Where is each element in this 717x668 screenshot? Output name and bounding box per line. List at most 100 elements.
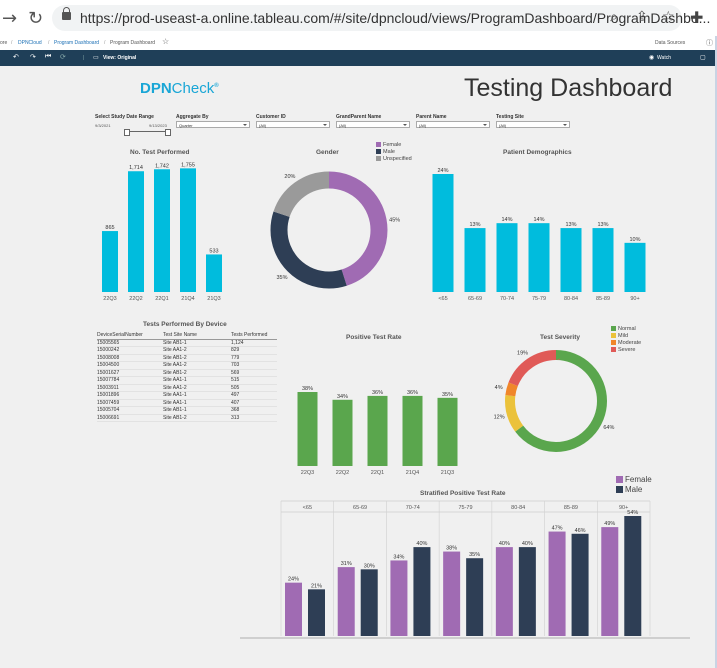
legend-item[interactable]: Unspecified [376,155,412,162]
legend-item[interactable]: Male [376,148,412,155]
aggregate-filter: Aggregate By Quarter [176,114,250,128]
table-cell: 1,124 [231,339,244,346]
breadcrumb-item[interactable]: DPNCloud [18,40,42,46]
table-row[interactable]: 15006691 Site AB1-2 313 [97,414,277,422]
refresh-icon[interactable]: ⟳ [60,53,66,61]
severity-legend: Normal Mild Moderate Severe [611,325,641,353]
table-row[interactable]: 15004500 Site AA1-2 703 [97,362,277,370]
share-icon[interactable]: ⇪ [636,9,648,25]
table-cell: Site AB1-2 [163,414,187,421]
date-range-filter: Select Study Date Range [95,114,154,120]
table-cell: Site AA1-2 [163,347,187,354]
table-cell: 15007459 [97,399,120,406]
data-sources-link[interactable]: Data Sources [655,40,685,46]
table-cell: 368 [231,407,240,414]
table-row[interactable]: 15008008 Site AB1-2 779 [97,354,277,362]
table-cell: Site AB1-2 [163,369,187,376]
browser-chrome: → ↻ https://prod-useast-a.online.tableau… [0,0,717,37]
toolbar: ↶ ↷ ⏮ ⟳ | ▭ View: Original ◉ Watch ▢ [0,50,717,66]
revert-icon[interactable]: ⏮ [45,53,51,61]
undo-icon[interactable]: ↶ [13,53,19,61]
table-cell: 313 [231,414,240,421]
tests-chart-title: No. Test Performed [130,149,190,156]
bookmark-star-icon[interactable]: ☆ [662,9,675,25]
stratified-chart-title: Stratified Positive Test Rate [420,490,506,497]
aggregate-select[interactable]: Quarter [176,121,250,128]
table-cell: Site AA1-1 [163,392,187,399]
legend-item[interactable]: Female [376,141,412,148]
grandparent-select[interactable]: (All) [336,121,410,128]
forward-icon[interactable]: → [2,8,17,29]
slider-end-thumb[interactable] [165,129,171,136]
breadcrumb-item[interactable]: ore [0,40,7,46]
severity-chart-title: Test Severity [540,334,580,341]
site-select[interactable]: (All) [496,121,570,128]
breadcrumb-item[interactable]: Program Dashboard [54,40,99,46]
extensions-icon[interactable]: ✚ [690,8,703,27]
table-cell: 779 [231,354,240,361]
slider-start-thumb[interactable] [124,129,130,136]
legend-item[interactable]: Mild [611,332,641,339]
column-header: Test Site Name [163,332,197,339]
table-cell: 829 [231,347,240,354]
table-header: DeviceSerialNumber Test Site Name Tests … [97,332,277,340]
legend-item[interactable]: Severe [611,346,641,353]
table-cell: 569 [231,369,240,376]
parent-select[interactable]: (All) [416,121,490,128]
table-cell: 15005704 [97,407,120,414]
table-cell: 15005565 [97,339,120,346]
column-header: Tests Performed [231,332,268,339]
table-cell: Site AA1-2 [163,384,187,391]
device-table-title: Tests Performed By Device [143,321,227,328]
gender-chart-title: Gender [316,149,339,156]
breadcrumb: ore / DPNCloud / Program Dashboard / Pro… [0,36,717,50]
info-icon[interactable]: ⓘ [706,38,713,48]
table-cell: 515 [231,377,240,384]
demographics-chart-title: Patient Demographics [503,149,572,156]
table-row[interactable]: 15005704 Site AB1-1 368 [97,407,277,415]
table-cell: 505 [231,384,240,391]
table-cell: 703 [231,362,240,369]
watch-button[interactable]: Watch [657,55,671,61]
page-title: Testing Dashboard [464,74,673,102]
table-row[interactable]: 15001896 Site AA1-1 497 [97,392,277,400]
stratified-legend: Female Male [616,474,652,494]
favorite-star-icon[interactable]: ☆ [162,37,169,46]
table-cell: 15008008 [97,354,120,361]
table-cell: Site AB1-2 [163,354,187,361]
table-row[interactable]: 15000242 Site AA1-2 829 [97,347,277,355]
column-header: DeviceSerialNumber [97,332,143,339]
table-row[interactable]: 15001627 Site AB1-2 569 [97,369,277,377]
table-cell: 15007784 [97,377,120,384]
legend-item[interactable]: Normal [611,325,641,332]
zoom-icon[interactable]: ⌕ [610,9,618,25]
customer-select[interactable]: (All) [256,121,330,128]
view-label[interactable]: View: Original [103,55,136,61]
table-cell: Site AA1-2 [163,362,187,369]
legend-item[interactable]: Male [616,484,652,494]
parent-filter: Parent Name (All) [416,114,490,128]
date-range-slider[interactable] [124,129,171,136]
table-cell: Site AB1-1 [163,407,187,414]
breadcrumb-item: Program Dashboard [110,40,156,46]
table-cell: Site AB1-1 [163,339,187,346]
table-cell: 15001896 [97,392,120,399]
table-row[interactable]: 15007459 Site AA1-1 407 [97,399,277,407]
site-filter: Testing Site (All) [496,114,570,128]
device-table: DeviceSerialNumber Test Site Name Tests … [97,332,277,422]
table-cell: 15001627 [97,369,120,376]
redo-icon[interactable]: ↷ [30,53,36,61]
table-cell: 15006691 [97,414,120,421]
table-row[interactable]: 15003911 Site AA1-2 505 [97,384,277,392]
table-row[interactable]: 15007784 Site AA1-1 515 [97,377,277,385]
comment-icon[interactable]: ▢ [700,54,706,61]
table-cell: 15000242 [97,347,120,354]
grandparent-filter: GrandParent Name (All) [336,114,410,128]
address-bar[interactable]: https://prod-useast-a.online.tableau.com… [52,5,710,31]
positive-chart-title: Positive Test Rate [346,334,402,341]
legend-item[interactable]: Moderate [611,339,641,346]
gender-legend: Female Male Unspecified [376,141,412,162]
legend-item[interactable]: Female [616,474,652,484]
table-row[interactable]: 15005565 Site AB1-1 1,124 [97,339,277,347]
reload-icon[interactable]: ↻ [28,8,43,29]
